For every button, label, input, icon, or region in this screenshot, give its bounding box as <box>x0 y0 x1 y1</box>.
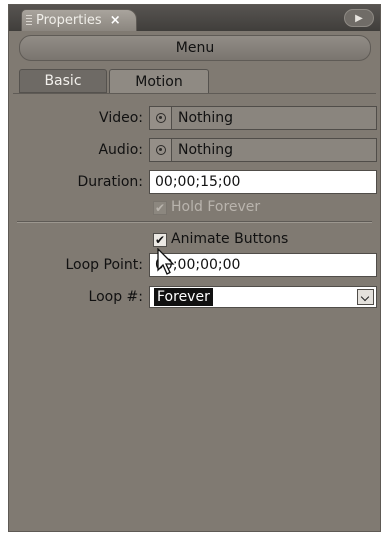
panel-titlebar: Properties × ▶ <box>9 5 380 31</box>
audio-value: Nothing <box>178 142 234 158</box>
loop-point-label: Loop Point: <box>65 257 144 273</box>
animate-buttons-checkbox[interactable]: ✔ <box>153 233 167 247</box>
hold-forever-label: Hold Forever <box>171 199 261 215</box>
panel-menu-icon: ▶ <box>355 12 363 24</box>
loop-count-label: Loop #: <box>88 289 143 305</box>
duration-input[interactable]: 00;00;15;00 <box>149 170 377 194</box>
hold-forever-checkbox[interactable]: ✔ <box>153 201 167 215</box>
loop-count-value: Forever <box>154 288 213 306</box>
panel-title: Properties <box>36 13 102 28</box>
close-icon[interactable]: × <box>110 13 121 28</box>
duration-label: Duration: <box>77 174 143 190</box>
video-value: Nothing <box>178 110 234 126</box>
video-asset-field[interactable]: Nothing <box>149 106 377 130</box>
loop-point-input[interactable]: 00;00;00;00 <box>149 253 377 277</box>
chevron-down-icon[interactable] <box>357 289 374 305</box>
drag-grip-icon[interactable] <box>26 14 32 27</box>
tab-basic[interactable]: Basic <box>19 69 107 93</box>
motion-tab-content: Video: Nothing Audio: Nothing Duration: … <box>13 93 377 525</box>
audio-label: Audio: <box>98 142 143 158</box>
video-label: Video: <box>99 110 143 126</box>
properties-panel: Properties × ▶ Menu Basic Motion Video: … <box>8 4 381 532</box>
panel-menu-button[interactable]: ▶ <box>344 9 374 27</box>
tab-motion[interactable]: Motion <box>109 69 209 93</box>
section-divider <box>17 221 372 223</box>
properties-tabs: Basic Motion <box>19 69 371 93</box>
menu-name-label: Menu <box>175 40 215 56</box>
menu-name-bar: Menu <box>19 35 371 61</box>
audio-pickwhip-icon[interactable] <box>150 139 172 161</box>
video-pickwhip-icon[interactable] <box>150 107 172 129</box>
animate-buttons-label: Animate Buttons <box>171 231 289 247</box>
loop-count-select[interactable]: Forever <box>149 286 377 308</box>
mouse-pointer-icon <box>157 248 175 275</box>
tab-properties[interactable]: Properties × <box>21 9 137 31</box>
audio-asset-field[interactable]: Nothing <box>149 138 377 162</box>
